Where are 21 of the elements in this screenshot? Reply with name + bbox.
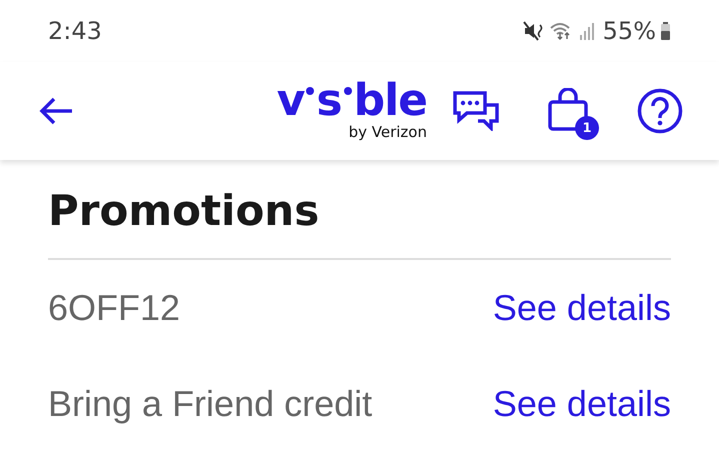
logo-dot xyxy=(306,87,314,95)
battery-icon xyxy=(660,21,671,41)
see-details-link[interactable]: See details xyxy=(492,287,671,329)
back-arrow-icon[interactable] xyxy=(38,96,74,126)
logo-dot xyxy=(344,87,352,95)
logo-tagline: by Verizon xyxy=(348,123,427,141)
logo-text: s xyxy=(316,81,342,121)
promotion-name: 6OFF12 xyxy=(48,287,180,329)
page-title: Promotions xyxy=(48,160,671,260)
chat-icon[interactable] xyxy=(453,91,499,131)
see-details-link[interactable]: See details xyxy=(492,383,671,425)
help-icon[interactable] xyxy=(637,88,683,134)
mute-icon xyxy=(522,21,545,41)
logo-text: v xyxy=(276,81,304,121)
logo-text: ble xyxy=(354,81,427,121)
promotion-name: Bring a Friend credit xyxy=(48,383,372,425)
battery-percent: 55% xyxy=(602,17,656,45)
cart-button[interactable]: 1 xyxy=(547,88,599,140)
cart-count-badge: 1 xyxy=(575,116,599,140)
status-time: 2:43 xyxy=(48,17,102,45)
signal-icon xyxy=(578,21,595,41)
